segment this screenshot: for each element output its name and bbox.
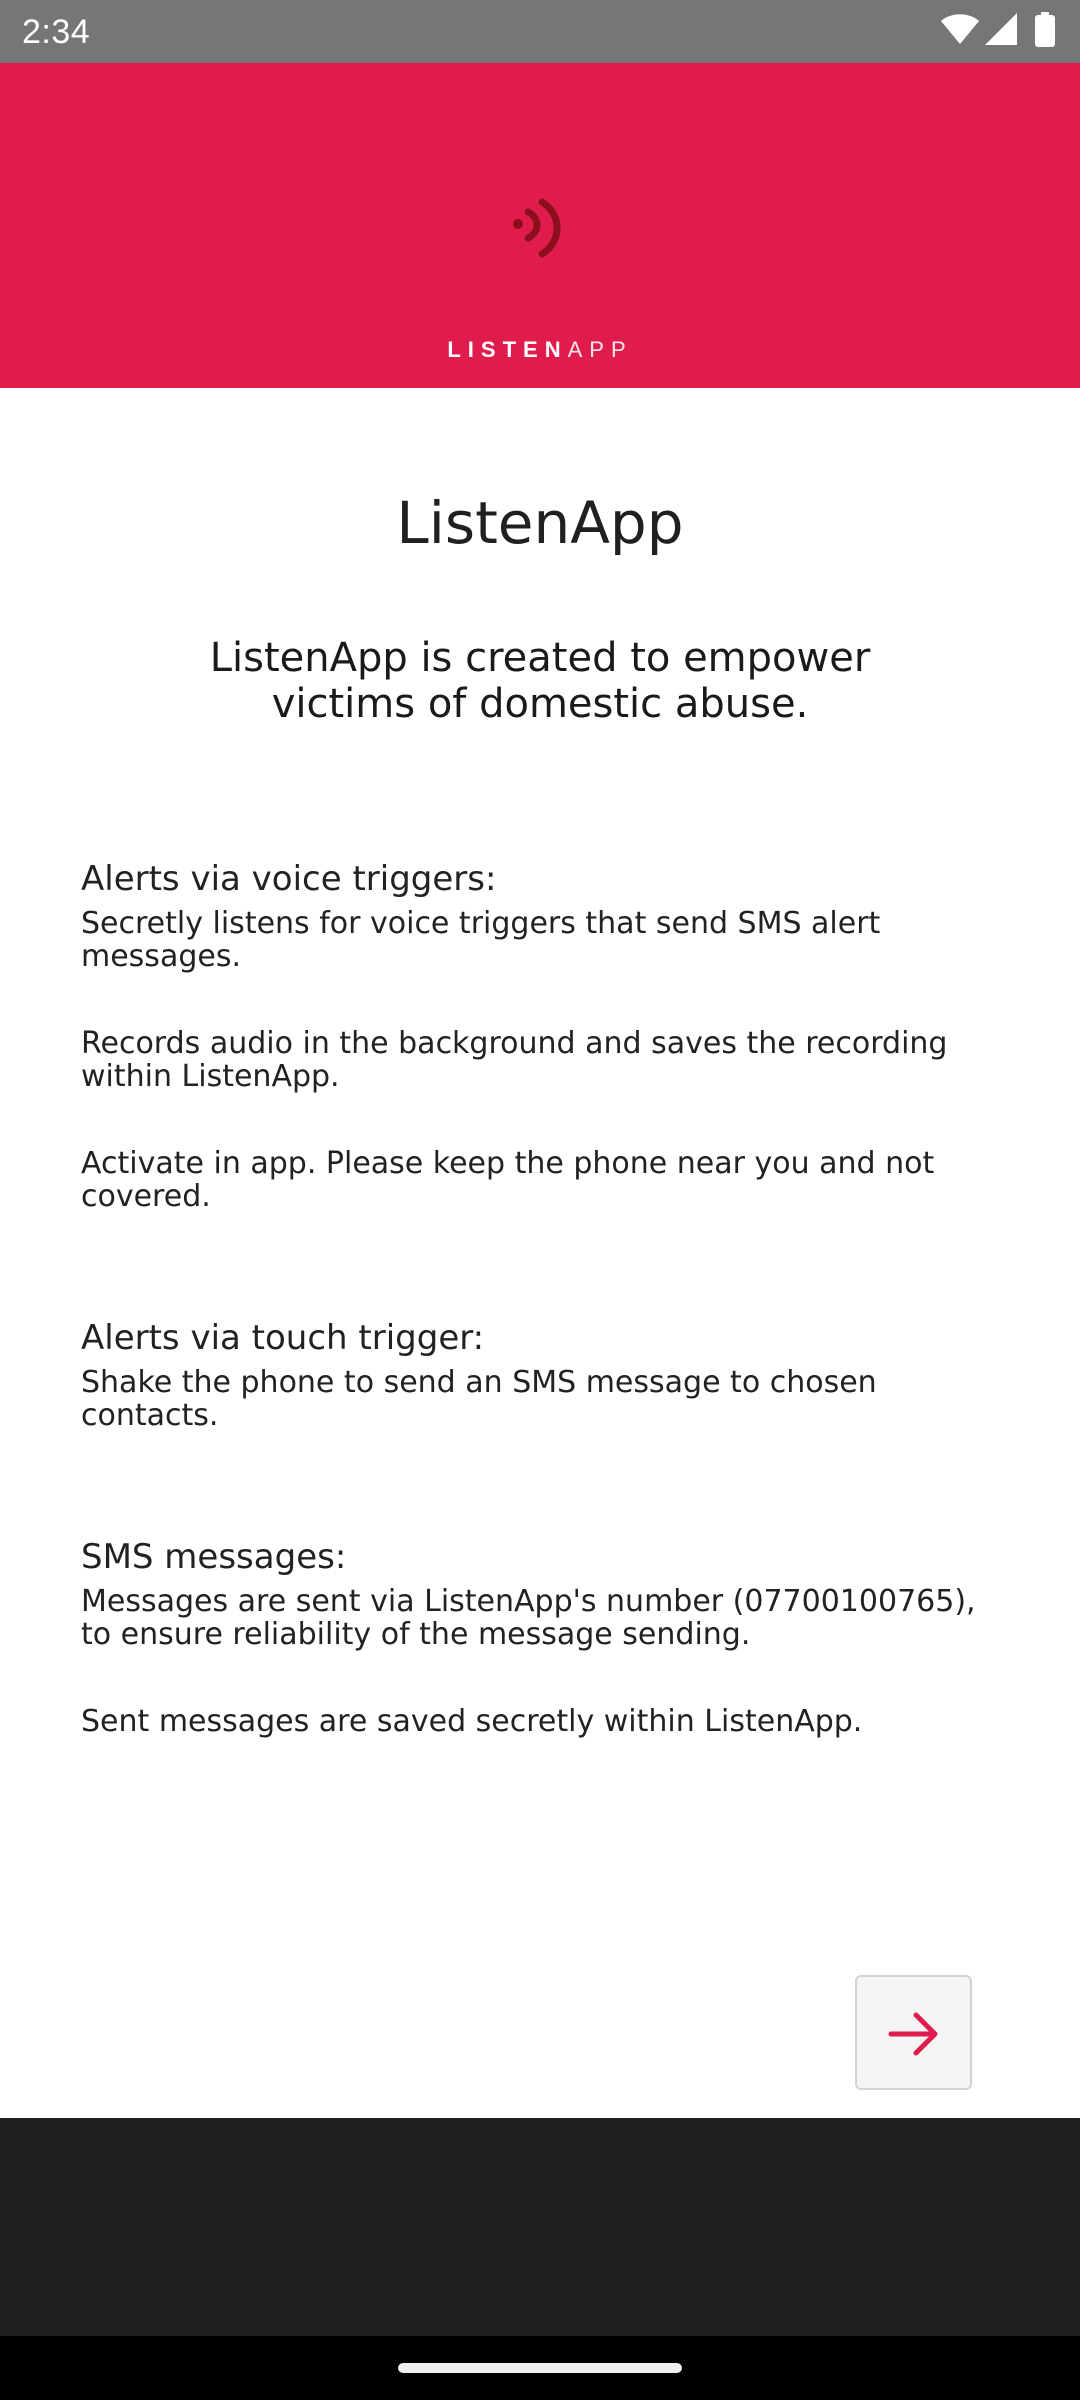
home-gesture-handle[interactable]: [398, 2363, 682, 2373]
tagline: ListenApp is created to empower victims …: [209, 635, 871, 727]
intro-content: ListenApp ListenApp is created to empowe…: [0, 388, 1080, 2118]
status-time: 2:34: [22, 13, 91, 51]
logo-text: LISTENAPP: [0, 335, 1080, 365]
status-bar: 2:34: [0, 0, 1080, 63]
voice-triggers-text-2: Records audio in the background and save…: [81, 1026, 948, 1094]
header-banner: LISTENAPP: [0, 63, 1080, 388]
arrow-right-icon: [888, 2012, 938, 2056]
page-title: ListenApp: [396, 489, 684, 557]
logo-text-light: APP: [567, 337, 633, 362]
sms-messages-text-1: Messages are sent via ListenApp's number…: [81, 1584, 976, 1652]
voice-triggers-text-3: Activate in app. Please keep the phone n…: [81, 1146, 935, 1214]
voice-triggers-text-1: Secretly listens for voice triggers that…: [81, 906, 881, 974]
touch-trigger-text-1: Shake the phone to send an SMS message t…: [81, 1365, 877, 1433]
section-heading-touch-trigger: Alerts via touch trigger:: [81, 1318, 485, 1358]
section-heading-sms-messages: SMS messages:: [81, 1537, 347, 1577]
battery-icon: [1035, 12, 1055, 47]
listen-logo-icon: [513, 198, 561, 258]
section-heading-voice-triggers: Alerts via voice triggers:: [81, 859, 497, 899]
sms-messages-text-2: Sent messages are saved secretly within …: [81, 1704, 863, 1739]
wifi-icon: [941, 14, 979, 44]
signal-icon: [985, 13, 1017, 45]
next-button[interactable]: [855, 1975, 972, 2090]
logo-text-bold: LISTEN: [447, 337, 568, 362]
